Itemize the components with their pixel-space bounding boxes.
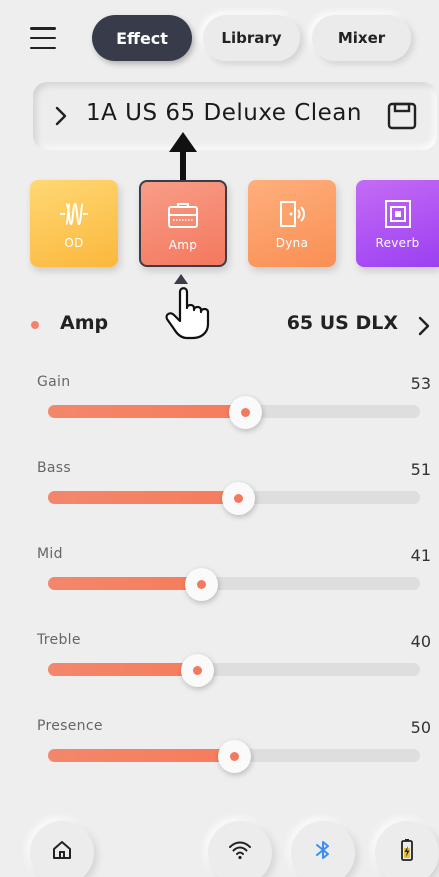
param-value: 40 xyxy=(410,632,431,651)
bass-slider-knob[interactable] xyxy=(221,482,255,515)
treble-slider-track[interactable] xyxy=(48,663,420,676)
module-amp[interactable]: Amp xyxy=(139,180,227,267)
bluetooth-icon xyxy=(316,841,329,859)
param-label: Treble xyxy=(37,632,81,648)
param-presence: Presence 50 xyxy=(0,718,439,798)
battery-button[interactable] xyxy=(375,821,439,877)
amp-icon xyxy=(168,203,198,228)
param-value: 53 xyxy=(410,374,431,393)
param-value: 50 xyxy=(410,718,431,737)
param-gain: Gain 53 xyxy=(0,374,439,454)
gain-slider-knob[interactable] xyxy=(229,396,263,429)
param-value: 41 xyxy=(410,546,431,565)
dyna-door-icon xyxy=(280,201,305,227)
preset-name: 1A US 65 Deluxe Clean xyxy=(86,100,362,126)
param-mid: Mid 41 xyxy=(0,546,439,626)
module-amp-label: Amp xyxy=(168,238,198,252)
param-treble: Treble 40 xyxy=(0,632,439,712)
home-button[interactable] xyxy=(30,821,94,877)
module-reverb[interactable]: Reverb xyxy=(356,180,439,267)
param-label: Gain xyxy=(37,374,71,390)
param-label: Mid xyxy=(37,546,63,562)
od-wave-icon xyxy=(60,202,88,226)
param-bass: Bass 51 xyxy=(0,460,439,540)
tab-library[interactable]: Library xyxy=(203,15,300,61)
amp-indicator-dot xyxy=(31,321,39,329)
tab-mixer[interactable]: Mixer xyxy=(312,15,411,61)
module-od-label: OD xyxy=(64,236,84,250)
wifi-icon xyxy=(229,841,251,860)
module-dyna[interactable]: Dyna xyxy=(248,180,336,267)
treble-slider-knob[interactable] xyxy=(180,654,214,687)
amp-model-selector[interactable]: 65 US DLX xyxy=(287,312,398,334)
home-icon xyxy=(53,841,71,859)
param-label: Presence xyxy=(37,718,103,734)
chevron-right-icon xyxy=(55,106,67,126)
amp-section-title: Amp xyxy=(60,312,109,334)
preset-selector[interactable]: 1A US 65 Deluxe Clean xyxy=(33,82,437,150)
presence-slider-knob[interactable] xyxy=(218,740,251,773)
mid-slider-track[interactable] xyxy=(48,577,420,590)
module-dyna-label: Dyna xyxy=(275,236,309,250)
menu-icon[interactable] xyxy=(30,27,56,49)
param-value: 51 xyxy=(410,460,431,479)
chevron-right-icon[interactable] xyxy=(418,316,430,336)
reverb-square-icon xyxy=(384,200,411,228)
bluetooth-button[interactable] xyxy=(291,821,355,877)
module-reverb-label: Reverb xyxy=(375,236,420,250)
module-od[interactable]: OD xyxy=(30,180,118,267)
mid-slider-knob[interactable] xyxy=(184,568,218,601)
save-icon[interactable] xyxy=(387,102,417,130)
selection-indicator xyxy=(174,274,188,284)
hand-pointer-icon xyxy=(165,287,210,340)
param-label: Bass xyxy=(37,460,71,476)
wifi-button[interactable] xyxy=(208,821,272,877)
arrow-up-icon xyxy=(169,132,197,180)
battery-charging-icon xyxy=(401,839,413,861)
tab-effect[interactable]: Effect xyxy=(92,15,192,61)
